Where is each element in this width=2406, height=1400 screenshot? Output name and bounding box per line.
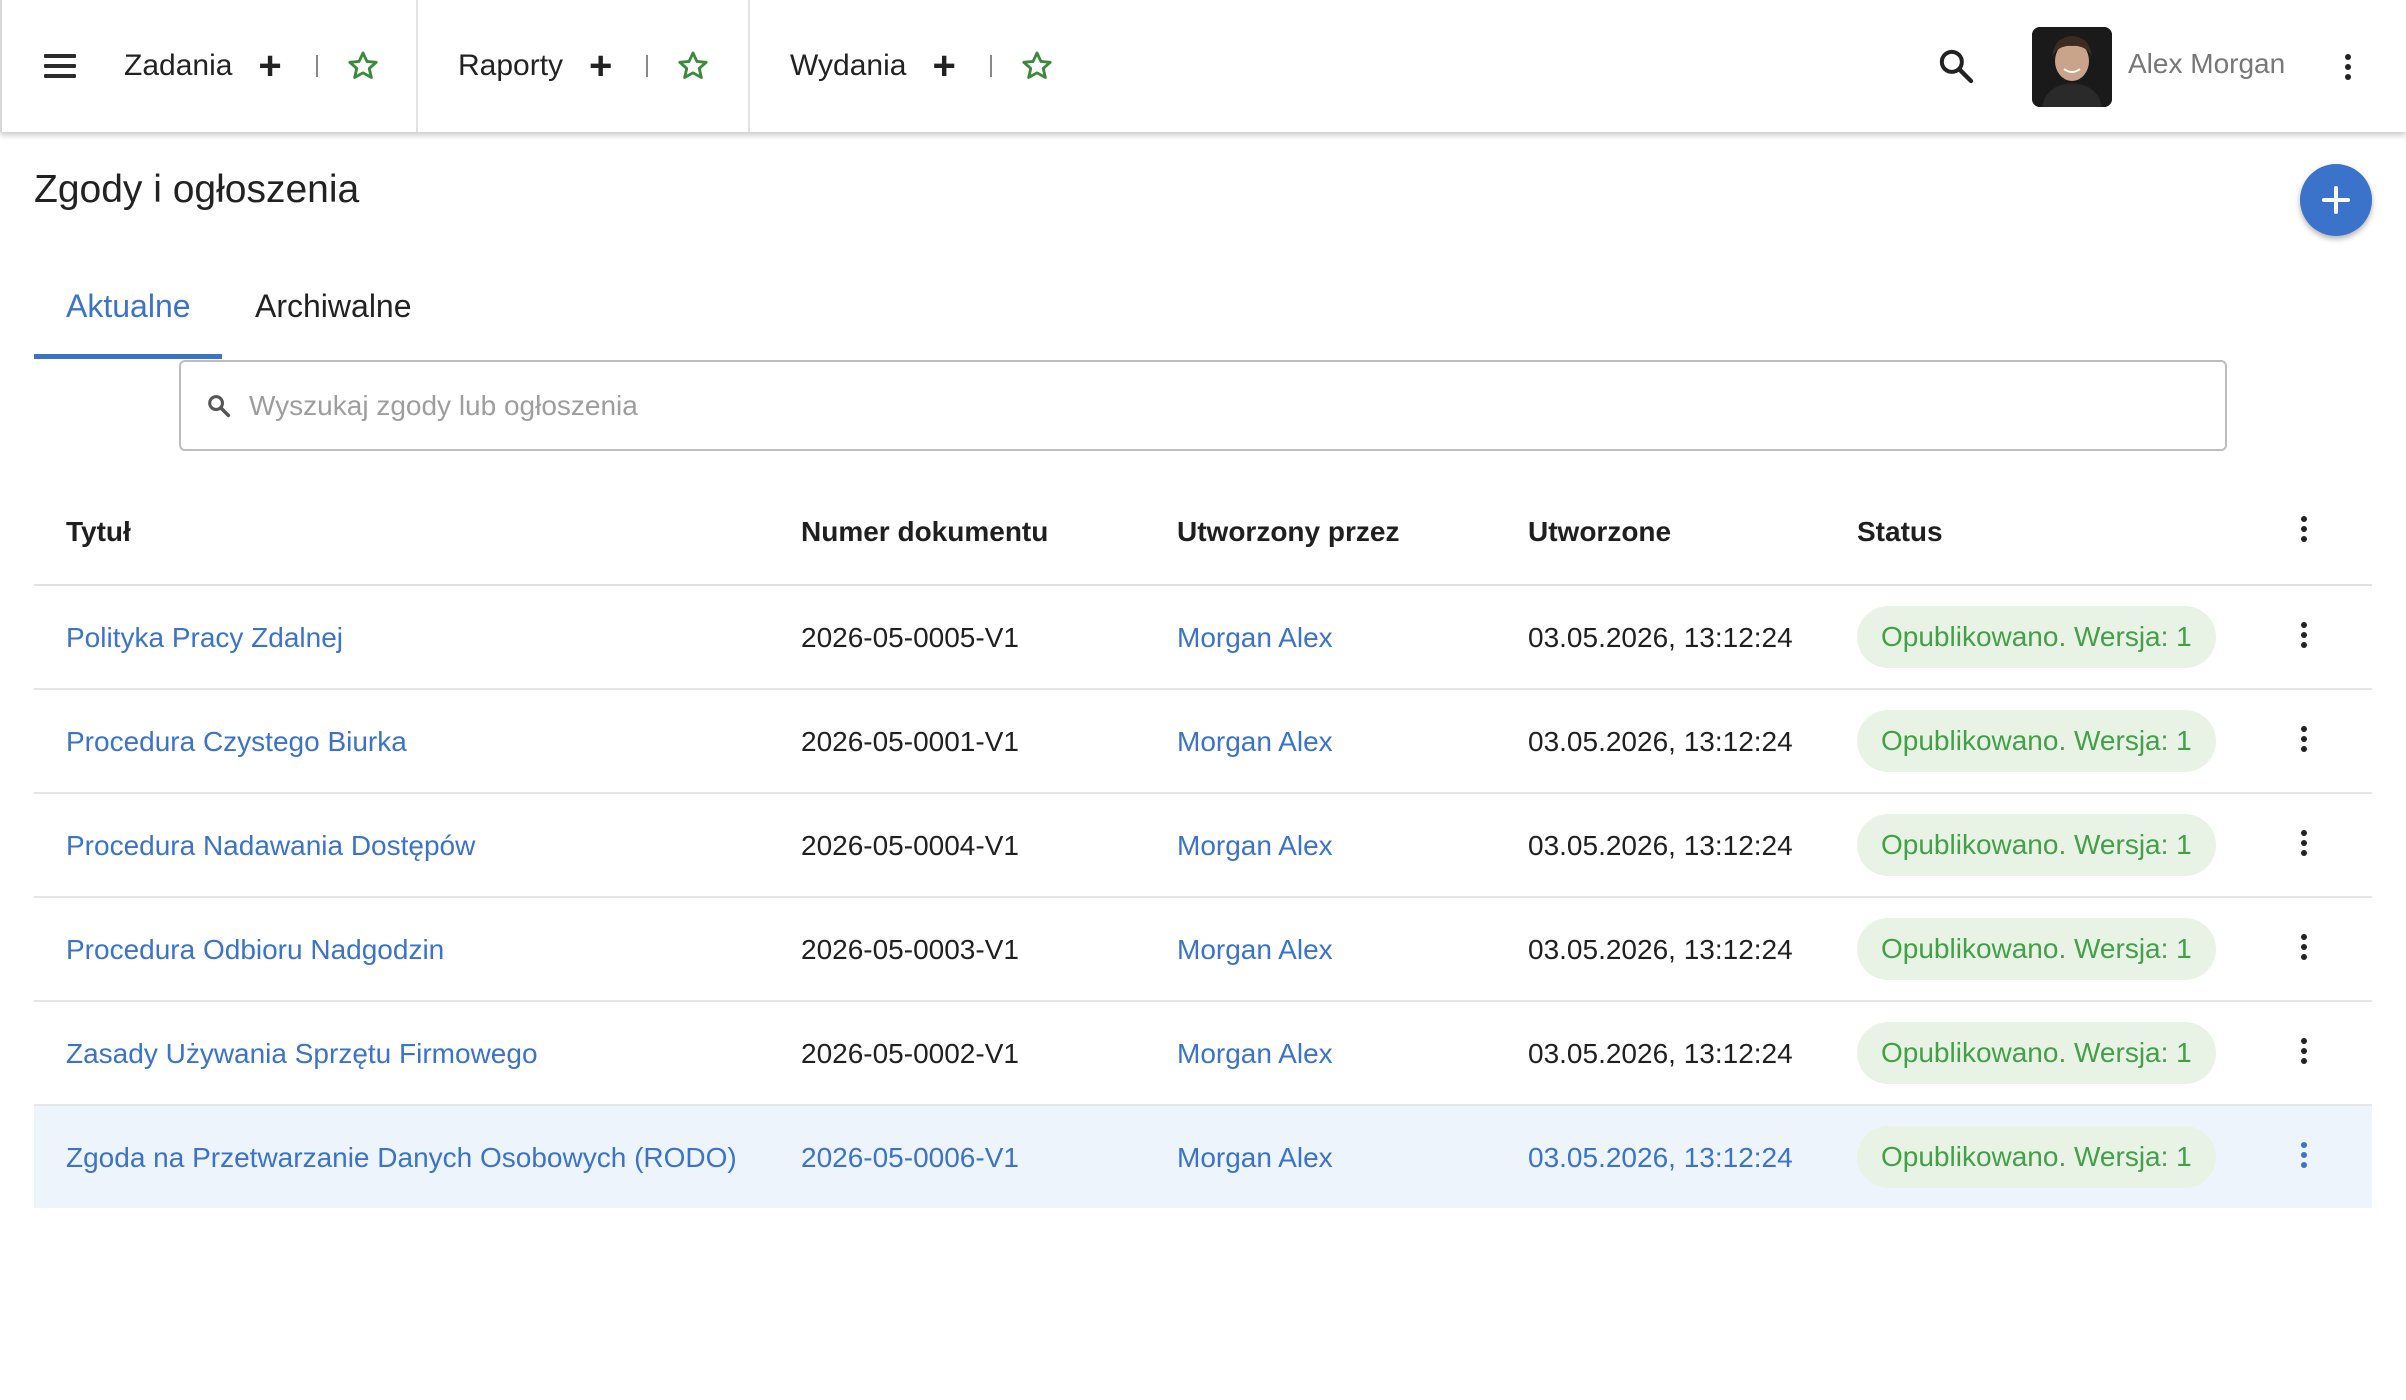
row-actions-more-vert-icon[interactable] (2294, 620, 2314, 650)
created-date: 03.05.2026, 13:12:24 (1528, 830, 1793, 861)
status-badge: Opublikowano. Wersja: 1 (1857, 710, 2216, 772)
status-badge: Opublikowano. Wersja: 1 (1857, 1126, 2216, 1188)
table-row-hovered[interactable]: Zgoda na Przetwarzanie Danych Osobowych … (34, 1106, 2372, 1208)
search-input[interactable] (249, 362, 2209, 449)
nav-divider (748, 0, 750, 132)
row-actions-more-vert-icon[interactable] (2294, 828, 2314, 858)
row-actions-more-vert-icon[interactable] (2294, 1140, 2314, 1170)
document-number: 2026-05-0006-V1 (801, 1142, 1019, 1173)
add-raport-plus-icon[interactable]: + (589, 46, 612, 86)
search-icon[interactable] (1936, 46, 1976, 86)
row-actions-more-vert-icon[interactable] (2294, 932, 2314, 962)
nav-tab-label[interactable]: Wydania (790, 49, 906, 83)
nav-tab-label[interactable]: Raporty (458, 49, 563, 83)
author-link[interactable]: Morgan Alex (1177, 934, 1333, 966)
table-row[interactable]: Procedura Czystego Biurka 2026-05-0001-V… (34, 690, 2372, 794)
nav-tab-wydania[interactable]: Wydania + (790, 0, 1054, 132)
created-date: 03.05.2026, 13:12:24 (1528, 1142, 1793, 1173)
avatar[interactable] (2032, 27, 2112, 107)
document-number: 2026-05-0004-V1 (801, 830, 1019, 861)
top-app-bar: Zadania + Raporty + Wydania + Alex Morga… (0, 0, 2406, 132)
document-title-link[interactable]: Procedura Czystego Biurka (66, 726, 407, 758)
columns-menu-more-vert-icon[interactable] (2294, 514, 2314, 544)
status-badge: Opublikowano. Wersja: 1 (1857, 814, 2216, 876)
consents-table: Tytuł Numer dokumentu Utworzony przez Ut… (34, 480, 2372, 1208)
nav-divider (416, 0, 418, 132)
author-link[interactable]: Morgan Alex (1177, 622, 1333, 654)
created-date: 03.05.2026, 13:12:24 (1528, 622, 1793, 653)
add-consent-fab-button[interactable] (2300, 164, 2372, 236)
author-link[interactable]: Morgan Alex (1177, 830, 1333, 862)
document-title-link[interactable]: Procedura Nadawania Dostępów (66, 830, 475, 862)
table-row[interactable]: Procedura Odbioru Nadgodzin 2026-05-0003… (34, 898, 2372, 1002)
nav-tab-zadania[interactable]: Zadania + (124, 0, 380, 132)
favorite-star-icon[interactable] (1020, 49, 1054, 83)
created-date: 03.05.2026, 13:12:24 (1528, 726, 1793, 757)
user-name[interactable]: Alex Morgan (2128, 48, 2285, 80)
table-row[interactable]: Zasady Używania Sprzętu Firmowego 2026-0… (34, 1002, 2372, 1106)
tab-archiwalne[interactable]: Archiwalne (255, 288, 412, 325)
document-title-link[interactable]: Polityka Pracy Zdalnej (66, 622, 343, 654)
separator (989, 55, 992, 77)
document-number: 2026-05-0002-V1 (801, 1038, 1019, 1069)
search-field[interactable] (179, 360, 2227, 451)
nav-tab-raporty[interactable]: Raporty + (458, 0, 710, 132)
status-badge: Opublikowano. Wersja: 1 (1857, 606, 2216, 668)
document-number: 2026-05-0003-V1 (801, 934, 1019, 965)
more-vert-icon[interactable] (2336, 52, 2360, 82)
column-header-author[interactable]: Utworzony przez (1177, 516, 1399, 548)
column-header-created[interactable]: Utworzone (1528, 516, 1671, 548)
hamburger-menu-icon[interactable] (40, 48, 80, 84)
nav-tab-label[interactable]: Zadania (124, 49, 232, 83)
author-link[interactable]: Morgan Alex (1177, 1142, 1333, 1174)
column-header-status[interactable]: Status (1857, 516, 1943, 548)
active-tab-indicator (34, 354, 222, 359)
document-title-link[interactable]: Procedura Odbioru Nadgodzin (66, 934, 444, 966)
separator (315, 55, 318, 77)
user-photo (2032, 27, 2112, 107)
author-link[interactable]: Morgan Alex (1177, 1038, 1333, 1070)
add-wydanie-plus-icon[interactable]: + (932, 46, 955, 86)
separator (646, 55, 649, 77)
row-actions-more-vert-icon[interactable] (2294, 724, 2314, 754)
favorite-star-icon[interactable] (346, 49, 380, 83)
document-title-link[interactable]: Zgoda na Przetwarzanie Danych Osobowych … (66, 1142, 737, 1174)
status-badge: Opublikowano. Wersja: 1 (1857, 918, 2216, 980)
document-number: 2026-05-0005-V1 (801, 622, 1019, 653)
favorite-star-icon[interactable] (676, 49, 710, 83)
table-row[interactable]: Polityka Pracy Zdalnej 2026-05-0005-V1 M… (34, 586, 2372, 690)
created-date: 03.05.2026, 13:12:24 (1528, 934, 1793, 965)
document-number: 2026-05-0001-V1 (801, 726, 1019, 757)
status-badge: Opublikowano. Wersja: 1 (1857, 1022, 2216, 1084)
tab-aktualne[interactable]: Aktualne (66, 288, 191, 325)
add-zadanie-plus-icon[interactable]: + (258, 46, 281, 86)
row-actions-more-vert-icon[interactable] (2294, 1036, 2314, 1066)
table-header-row: Tytuł Numer dokumentu Utworzony przez Ut… (34, 480, 2372, 586)
document-title-link[interactable]: Zasady Używania Sprzętu Firmowego (66, 1038, 538, 1070)
table-row[interactable]: Procedura Nadawania Dostępów 2026-05-000… (34, 794, 2372, 898)
created-date: 03.05.2026, 13:12:24 (1528, 1038, 1793, 1069)
author-link[interactable]: Morgan Alex (1177, 726, 1333, 758)
search-icon (208, 395, 231, 418)
column-header-number[interactable]: Numer dokumentu (801, 516, 1048, 548)
column-header-title[interactable]: Tytuł (66, 516, 131, 548)
page-title: Zgody i ogłoszenia (34, 168, 360, 211)
